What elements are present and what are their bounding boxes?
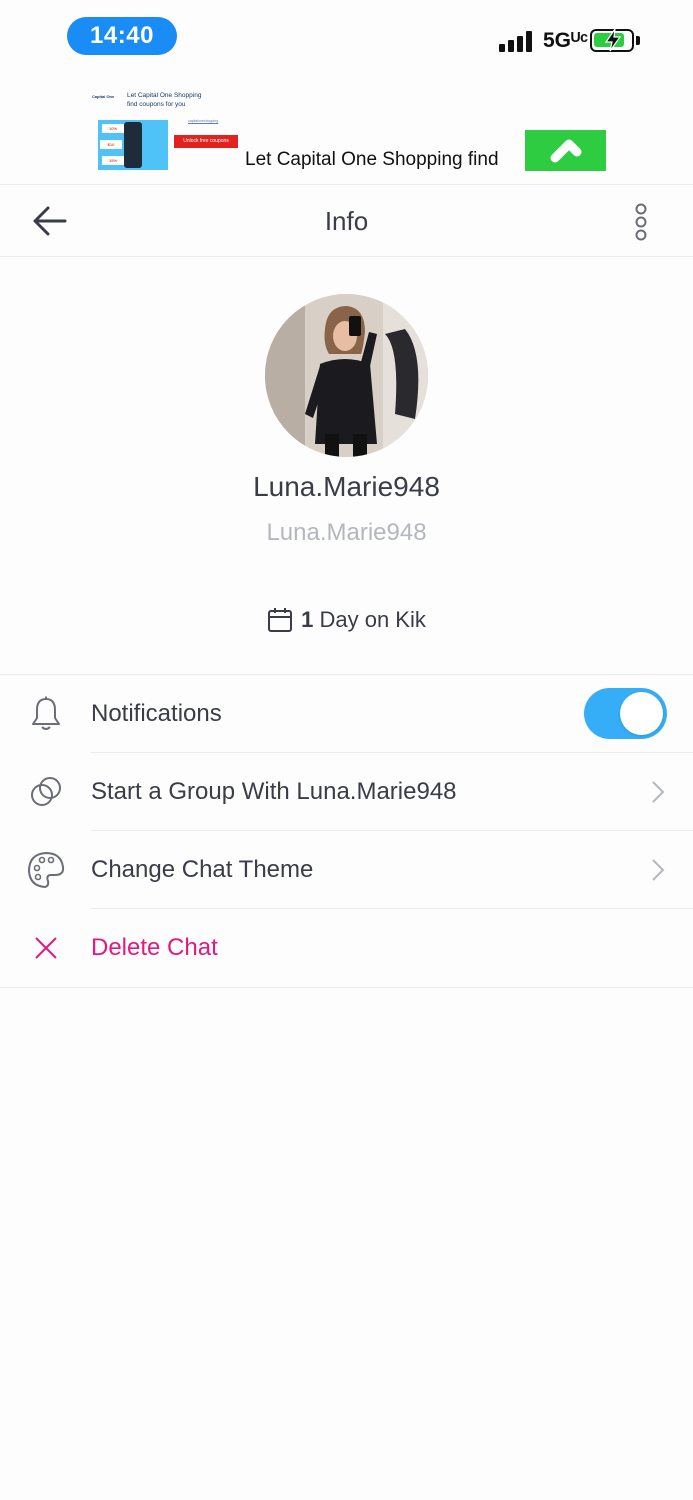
group-circles-icon: [27, 773, 65, 811]
settings-list: Notifications Start a Group With Luna.Ma…: [0, 674, 693, 988]
ad-cta-button[interactable]: [525, 130, 606, 171]
ad-banner[interactable]: Capital One Let Capital One Shopping fin…: [0, 80, 693, 184]
ad-logo: Capital One: [92, 94, 115, 99]
notifications-label: Notifications: [91, 700, 222, 727]
notifications-toggle[interactable]: [584, 688, 667, 739]
days-suffix: Day on Kik: [319, 607, 426, 632]
close-icon: [27, 929, 65, 967]
ad-phone-image: 10% $10 15%: [98, 120, 168, 170]
days-on-kik: 1 Day on Kik: [0, 607, 693, 633]
page-title: Info: [324, 206, 369, 236]
palette-icon: [27, 851, 65, 889]
ad-headline[interactable]: Let Capital One Shopping find: [245, 149, 499, 171]
chat-theme-row[interactable]: Change Chat Theme: [0, 831, 693, 909]
delete-chat-label: Delete Chat: [91, 934, 218, 961]
username: Luna.Marie948: [266, 519, 427, 546]
network-type-label: 5Gᵁᶜ: [543, 29, 589, 52]
ad-link: capitaloneshopping: [188, 119, 219, 123]
delete-chat-row[interactable]: Delete Chat: [0, 909, 693, 987]
cellular-signal-icon: [499, 30, 532, 52]
chat-theme-label: Change Chat Theme: [91, 856, 314, 883]
days-count: 1: [301, 607, 314, 632]
ad-small-line1: Let Capital One Shopping: [127, 92, 202, 99]
notifications-row[interactable]: Notifications: [0, 675, 693, 753]
ad-arrow-icon: [550, 139, 582, 163]
vertical-dots-icon: [635, 203, 647, 241]
ad-unlock-button[interactable]: Unlock free coupons: [174, 135, 238, 148]
profile-avatar[interactable]: [265, 294, 428, 457]
ad-small-line2: find coupons for you: [127, 101, 186, 108]
calendar-icon: [268, 608, 293, 632]
time-pill[interactable]: 14:40: [67, 17, 177, 55]
status-bar: 14:40 5Gᵁᶜ: [0, 0, 693, 75]
display-name: Luna.Marie948: [253, 471, 440, 502]
more-options-button[interactable]: [628, 203, 656, 241]
battery-icon: [590, 28, 634, 52]
avatar-photo: [265, 294, 428, 457]
start-group-label: Start a Group With Luna.Marie948: [91, 778, 457, 805]
start-group-row[interactable]: Start a Group With Luna.Marie948: [0, 753, 693, 831]
bell-icon: [27, 695, 65, 733]
battery-tip: [636, 36, 640, 45]
toggle-knob: [620, 692, 663, 735]
ad-thumbnail[interactable]: Capital One Let Capital One Shopping fin…: [92, 92, 240, 172]
chevron-right-icon: [652, 781, 665, 803]
chevron-right-icon: [652, 859, 665, 881]
info-header: Info: [0, 184, 693, 257]
